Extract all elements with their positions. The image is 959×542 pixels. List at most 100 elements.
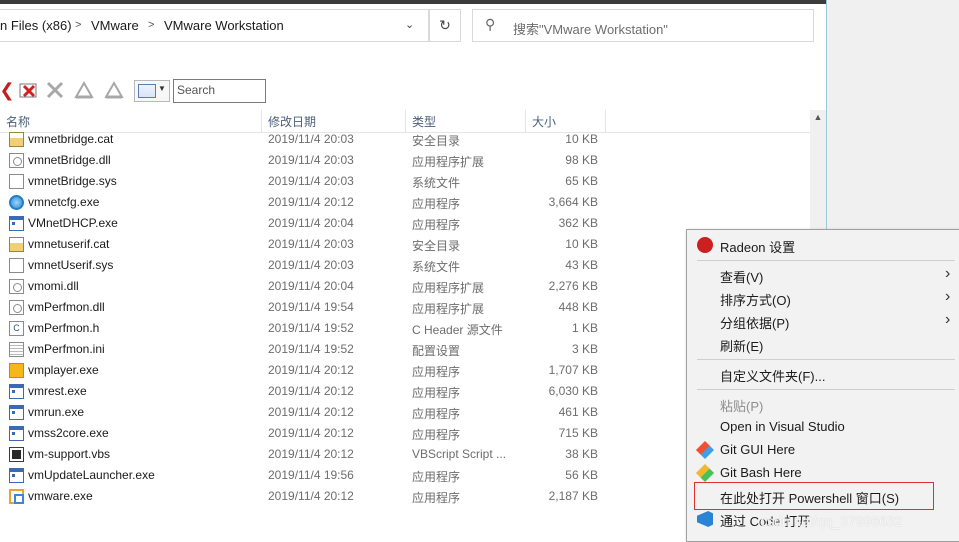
vmplayer-app-icon	[9, 363, 24, 378]
toolbar-search-input[interactable]: Search	[173, 79, 266, 103]
menu-item-sort[interactable]: 排序方式(O) ›	[687, 287, 959, 309]
catalog-file-icon	[9, 237, 24, 252]
scroll-up-icon[interactable]: ▲	[810, 112, 826, 122]
executable-file-icon	[9, 216, 24, 231]
file-name: vmrun.exe	[28, 405, 85, 419]
menu-item-customize-folder[interactable]: 自定义文件夹(F)...	[687, 363, 959, 385]
file-date: 2019/11/4 20:04	[268, 216, 354, 230]
menu-separator	[697, 260, 955, 261]
file-type: 系统文件	[412, 176, 461, 190]
file-size: 2,276 KB	[548, 279, 598, 293]
menu-separator	[697, 359, 955, 360]
menu-item-label: 粘贴(P)	[720, 399, 764, 414]
column-header-name[interactable]: 名称	[6, 113, 30, 130]
file-name: vmnetuserif.cat	[28, 237, 110, 251]
file-size: 448 KB	[558, 300, 598, 314]
menu-item-label: Git Bash Here	[720, 465, 802, 480]
file-type: 应用程序扩展	[412, 281, 485, 295]
menu-item-label: Radeon 设置	[720, 240, 796, 255]
copy-icon[interactable]	[103, 79, 125, 101]
git-gui-icon	[695, 440, 715, 460]
file-size: 3 KB	[571, 342, 598, 356]
title-strip	[0, 0, 826, 4]
move-icon[interactable]	[73, 79, 95, 101]
file-row[interactable]: vmnetBridge.sys 2019/11/4 20:03 系统文件 65 KB	[0, 171, 810, 192]
cut-icon[interactable]	[44, 79, 66, 101]
file-name: vm-support.vbs	[28, 447, 111, 461]
file-size: 10 KB	[565, 132, 598, 146]
column-header-date[interactable]: 修改日期	[268, 113, 316, 130]
undo-icon[interactable]: ❮	[0, 79, 18, 101]
file-date: 2019/11/4 20:12	[268, 363, 354, 377]
menu-item-label: 排序方式(O)	[720, 293, 791, 308]
file-type: 配置设置	[412, 344, 461, 358]
search-placeholder: 搜索"VMware Workstation"	[513, 22, 668, 37]
delete-icon[interactable]	[18, 79, 40, 101]
file-date: 2019/11/4 20:12	[268, 426, 354, 440]
menu-item-refresh[interactable]: 刷新(E)	[687, 333, 959, 355]
menu-item-radeon[interactable]: Radeon 设置	[687, 234, 959, 256]
file-date: 2019/11/4 20:03	[268, 132, 354, 146]
file-date: 2019/11/4 19:52	[268, 342, 354, 356]
highlight-box	[694, 482, 934, 510]
vmware-app-icon	[9, 489, 24, 504]
address-bar[interactable]: n Files (x86) > VMware > VMware Workstat…	[0, 9, 429, 42]
file-type: 系统文件	[412, 260, 461, 274]
file-date: 2019/11/4 20:12	[268, 384, 354, 398]
menu-item-git-bash[interactable]: Git Bash Here	[687, 462, 959, 484]
menu-item-view[interactable]: 查看(V) ›	[687, 264, 959, 286]
menu-separator	[697, 389, 955, 390]
file-name: vmnetBridge.sys	[28, 174, 117, 188]
watermark-text: csdn.net/qq_37996632	[760, 513, 903, 529]
file-name: vmss2core.exe	[28, 426, 109, 440]
file-name: vmware.exe	[28, 489, 93, 503]
file-size: 715 KB	[558, 426, 598, 440]
chevron-right-icon: ›	[945, 311, 951, 328]
menu-item-git-gui[interactable]: Git GUI Here	[687, 439, 959, 461]
file-size: 1 KB	[571, 321, 598, 335]
executable-file-icon	[9, 405, 24, 420]
menu-item-label: 分组依据(P)	[720, 316, 790, 331]
file-date: 2019/11/4 20:12	[268, 489, 354, 503]
file-date: 2019/11/4 19:52	[268, 321, 354, 335]
file-type: 应用程序扩展	[412, 155, 485, 169]
file-name: vmPerfmon.dll	[28, 300, 105, 314]
refresh-icon[interactable]: ↻	[429, 9, 461, 42]
file-size: 6,030 KB	[548, 384, 598, 398]
toolbar-search-placeholder: Search	[177, 83, 216, 97]
header-file-icon: C	[9, 321, 24, 336]
radeon-icon	[697, 237, 713, 253]
chevron-down-icon[interactable]: ⌄	[405, 18, 414, 31]
network-globe-icon	[9, 195, 24, 210]
dll-file-icon	[9, 279, 24, 294]
breadcrumb-program-files[interactable]: n Files (x86)	[0, 18, 72, 33]
file-row[interactable]: vmnetBridge.dll 2019/11/4 20:03 应用程序扩展 98 K…	[0, 150, 810, 171]
file-size: 10 KB	[565, 237, 598, 251]
system-file-icon	[9, 258, 24, 273]
chevron-right-icon: ›	[945, 288, 951, 305]
file-row[interactable]: vmnetcfg.exe 2019/11/4 20:12 应用程序 3,664 KB	[0, 192, 810, 213]
file-type: 应用程序	[412, 218, 461, 232]
file-row[interactable]: vmnetbridge.cat 2019/11/4 20:03 安全目录 10 KB	[0, 129, 810, 150]
breadcrumb-separator[interactable]: >	[75, 19, 81, 31]
menu-item-group[interactable]: 分组依据(P) ›	[687, 310, 959, 332]
column-header-size[interactable]: 大小	[532, 113, 556, 130]
breadcrumb-vmware-workstation[interactable]: VMware Workstation	[164, 18, 284, 33]
file-name: vmPerfmon.h	[28, 321, 100, 335]
dll-file-icon	[9, 153, 24, 168]
file-name: vmnetBridge.dll	[28, 153, 111, 167]
file-name: vmnetUserif.sys	[28, 258, 114, 272]
view-options-button[interactable]: ▼	[134, 80, 170, 102]
menu-item-open-visual-studio[interactable]: Open in Visual Studio	[687, 416, 959, 438]
file-size: 65 KB	[565, 174, 598, 188]
menu-item-paste[interactable]: 粘贴(P)	[687, 393, 959, 415]
file-date: 2019/11/4 20:03	[268, 174, 354, 188]
file-size: 3,664 KB	[548, 195, 598, 209]
menu-item-label: 查看(V)	[720, 270, 764, 285]
column-header-type[interactable]: 类型	[412, 113, 436, 130]
breadcrumb-separator[interactable]: >	[148, 19, 154, 31]
file-name: vmnetcfg.exe	[28, 195, 100, 209]
search-input[interactable]: ⚲ 搜索"VMware Workstation"	[472, 9, 814, 42]
breadcrumb-vmware[interactable]: VMware	[91, 18, 139, 33]
file-date: 2019/11/4 20:03	[268, 237, 354, 251]
